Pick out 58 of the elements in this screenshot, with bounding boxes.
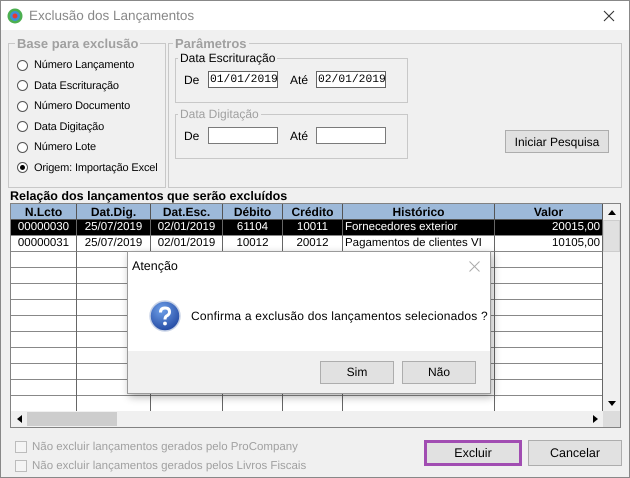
table-cell: 20015,00 [495,220,603,236]
radio-label: Origem: Importação Excel [34,162,158,174]
dialog-title: Atenção [132,259,178,273]
table-cell: 61104 [223,220,283,236]
scrollbar-thumb[interactable] [27,412,117,426]
column-header[interactable]: N.Lcto [11,204,77,220]
no-button[interactable]: Não [402,360,476,384]
checkbox-label: Não excluir lançamentos gerados pelos Livros Fiscais [32,460,306,472]
delete-button[interactable]: Excluir [424,440,522,466]
group-title: Data Escrituração [179,51,276,65]
to-label: Até [290,72,310,86]
group-title: Parâmetros [174,36,248,51]
radio-button[interactable] [17,142,28,153]
radio-button[interactable] [17,60,28,71]
radio-label: Data Escrituração [34,80,119,92]
close-icon[interactable] [603,10,615,22]
table-title: Relação dos lançamentos que serão excluídos [10,189,288,203]
radio-button[interactable] [17,162,28,174]
window-title: Exclusão dos Lançamentos [29,8,196,23]
table-cell: 00000030 [11,220,77,236]
table-cell: 02/01/2019 [151,220,223,236]
scrollbar-thumb[interactable] [603,220,620,252]
checkbox-label: Não excluir lançamentos gerados pelo ProCompany [32,441,298,453]
table-cell: 25/07/2019 [77,220,151,236]
dialog-message: Confirma a exclusão dos lançamentos selecionados ? [191,308,488,322]
table-cell: 25/07/2019 [77,236,151,252]
horizontal-scrollbar[interactable] [11,411,620,427]
group-title: Base para exclusão [16,36,140,51]
radio-button[interactable] [17,121,28,132]
radio-label: Número Lançamento [34,59,134,72]
column-header[interactable]: Débito [223,204,283,220]
radio-button[interactable] [17,80,28,92]
table-cell: Pagamentos de clientes VI [343,236,495,252]
question-icon [149,300,181,332]
from-label: De [184,72,200,86]
table-cell: 10011 [283,220,343,236]
table-cell: Fornecedores exterior [343,220,495,236]
cancel-button[interactable]: Cancelar [528,440,622,466]
table-cell: 00000031 [11,236,77,252]
column-header[interactable]: Histórico [343,204,495,220]
radio-label: Número Lote [34,141,96,154]
column-header[interactable]: Dat.Dig. [77,204,151,220]
radio-button[interactable] [17,100,28,112]
table-cell: 10105,00 [495,236,603,252]
to-label: Até [290,128,310,142]
scrollbar-corner [603,411,620,427]
column-header[interactable]: Crédito [283,204,343,220]
radio-label: Data Digitação [34,120,104,133]
radio-label: Número Documento [34,100,130,112]
date-field[interactable]: 01/01/2019 [208,71,278,88]
app-logo-icon [7,8,23,24]
from-label: De [184,128,200,142]
group-title: Data Digitação [179,107,260,121]
yes-button[interactable]: Sim [320,360,394,384]
column-header[interactable]: Valor [495,204,603,220]
date-field[interactable]: 02/01/2019 [316,71,386,88]
search-button[interactable]: Iniciar Pesquisa [505,130,609,153]
column-header[interactable]: Dat.Esc. [151,204,223,220]
